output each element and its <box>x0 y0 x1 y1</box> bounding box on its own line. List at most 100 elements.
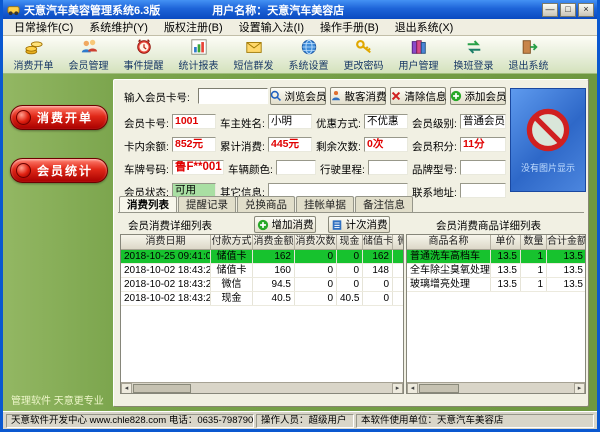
table-row[interactable]: 全车除尘臭氧处理 13.5 1 13.5 <box>407 264 585 278</box>
maximize-button[interactable]: □ <box>560 3 576 17</box>
horizontal-scrollbar[interactable]: ◂ ▸ <box>121 382 403 393</box>
tab-credit-bill[interactable]: 挂帐单据 <box>296 196 354 213</box>
no-photo-icon <box>525 107 571 153</box>
main-content: 消费开单 会员统计 管理软件 天意更专业 输入会员卡号: 浏览会员 散客消费 清… <box>3 74 597 411</box>
menu-daily-ops[interactable]: 日常操作(C) <box>6 19 81 35</box>
coins-icon <box>24 38 44 56</box>
menu-manual[interactable]: 操作手册(B) <box>312 19 387 35</box>
column-header: 消费日期 <box>121 235 211 249</box>
tab-divider <box>118 212 584 213</box>
cell-times: 0 <box>295 250 337 263</box>
magnifier-icon <box>270 90 282 102</box>
menu-exit[interactable]: 退出系统(X) <box>387 19 462 35</box>
clear-x-icon <box>390 90 402 102</box>
toolbar-member-management[interactable]: 会员管理 <box>61 38 116 72</box>
count-consume-button[interactable]: 计次消费 <box>328 216 390 233</box>
car-color-value <box>276 160 316 175</box>
reminder-icon <box>134 38 154 56</box>
toolbar-exit-system[interactable]: 退出系统 <box>501 38 556 72</box>
cell-total: 13.5 <box>547 264 586 277</box>
toolbar-sms-broadcast[interactable]: 短信群发 <box>226 38 281 72</box>
add-consume-button[interactable]: 增加消费 <box>254 216 316 233</box>
scroll-right-arrow[interactable]: ▸ <box>392 383 403 394</box>
horizontal-scrollbar[interactable]: ◂ ▸ <box>407 382 585 393</box>
toolbar-system-settings[interactable]: 系统设置 <box>281 38 336 72</box>
clear-info-label: 清除信息 <box>405 89 447 104</box>
owner-name-label: 车主姓名: <box>220 116 265 131</box>
right-table-title: 会员消费商品详细列表 <box>436 218 541 233</box>
cell-date: 2018-10-25 09:41:07 <box>121 250 211 263</box>
scroll-left-arrow[interactable]: ◂ <box>121 383 132 394</box>
exit-icon <box>519 38 539 56</box>
add-member-button[interactable]: 添加会员 <box>450 87 506 105</box>
members-icon <box>79 38 99 56</box>
menu-bar: 日常操作(C) 系统维护(Y) 版权注册(B) 设置输入法(I) 操作手册(B)… <box>3 19 597 36</box>
cell-amount: 40.5 <box>253 292 295 305</box>
window-title: 天意汽车美容管理系统6.3版 <box>24 2 160 18</box>
toolbar-consume-billing[interactable]: 消费开单 <box>6 38 61 72</box>
key-icon <box>354 38 374 56</box>
cell-pay-method: 储值卡 <box>211 264 253 277</box>
scroll-right-arrow[interactable]: ▸ <box>574 383 585 394</box>
column-header: 微信 <box>393 235 404 249</box>
member-level-label: 会员级别: <box>412 116 457 131</box>
scrollbar-thumb[interactable] <box>419 384 459 393</box>
toolbar-event-reminder[interactable]: 事件提醒 <box>116 38 171 72</box>
red-orb-icon <box>16 163 31 178</box>
tab-reminder-record[interactable]: 提醒记录 <box>178 196 236 213</box>
sidebar-member-statistics-button[interactable]: 会员统计 <box>10 158 108 183</box>
column-header: 合计金额 <box>547 235 586 249</box>
menu-ime-setting[interactable]: 设置输入法(I) <box>231 19 312 35</box>
calculator-icon <box>331 219 343 231</box>
table-row[interactable]: 普通洗车高档车 13.5 1 13.5 <box>407 250 585 264</box>
total-consume-value: 445元 <box>268 137 312 152</box>
tab-remark-info[interactable]: 备注信息 <box>355 196 413 213</box>
toolbar-shift-login[interactable]: 换班登录 <box>446 38 501 72</box>
cell-wechat <box>393 292 404 305</box>
settings-icon <box>299 38 319 56</box>
detail-tabs: 消费列表 提醒记录 兑换商品 挂帐单据 备注信息 <box>119 196 414 213</box>
window-controls: — □ × <box>542 3 594 17</box>
column-header: 数量 <box>521 235 547 249</box>
menu-register[interactable]: 版权注册(B) <box>156 19 231 35</box>
statusbar-operator: 操作人员：超级用户 <box>256 414 354 428</box>
tab-exchange-goods[interactable]: 兑换商品 <box>237 196 295 213</box>
walkin-consume-button[interactable]: 散客消费 <box>330 87 386 105</box>
cell-wechat <box>393 264 404 277</box>
cell-total: 13.5 <box>547 250 586 263</box>
contact-address-value <box>460 183 506 198</box>
table-row[interactable]: 2018-10-02 18:43:20 微信 94.5 0 0 0 <box>121 278 403 292</box>
menu-system-maintain[interactable]: 系统维护(Y) <box>81 19 156 35</box>
minimize-button[interactable]: — <box>542 3 558 17</box>
cell-date: 2018-10-02 18:43:20 <box>121 278 211 291</box>
scrollbar-thumb[interactable] <box>133 384 191 393</box>
table-row[interactable]: 2018-10-02 18:43:26 现金 40.5 0 40.5 0 <box>121 292 403 306</box>
member-points-label: 会员积分: <box>412 139 457 154</box>
close-button[interactable]: × <box>578 3 594 17</box>
cell-stored-card: 162 <box>363 250 393 263</box>
table-row[interactable]: 玻璃增亮处理 13.5 1 13.5 <box>407 278 585 292</box>
car-color-label: 车辆颜色: <box>228 162 273 177</box>
total-consume-label: 累计消费: <box>220 139 265 154</box>
sidebar-member-statistics-label: 会员统计 <box>37 162 93 179</box>
column-header: 现金 <box>337 235 363 249</box>
sidebar-consume-billing-button[interactable]: 消费开单 <box>10 105 108 130</box>
toolbar-statistics-report[interactable]: 统计报表 <box>171 38 226 72</box>
toolbar-user-management[interactable]: 用户管理 <box>391 38 446 72</box>
add-consume-label: 增加消费 <box>272 217 314 232</box>
browse-members-button[interactable]: 浏览会员 <box>270 87 326 105</box>
scroll-left-arrow[interactable]: ◂ <box>407 383 418 394</box>
table-row[interactable]: 2018-10-25 09:41:07 储值卡 162 0 0 162 <box>121 250 403 264</box>
member-card-input[interactable] <box>198 88 268 104</box>
toolbar-change-password[interactable]: 更改密码 <box>336 38 391 72</box>
table-row[interactable]: 2018-10-02 18:43:20 储值卡 160 0 0 148 <box>121 264 403 278</box>
mileage-label: 行驶里程: <box>320 162 365 177</box>
tab-consume-list[interactable]: 消费列表 <box>119 196 177 213</box>
remaining-times-label: 剩余次数: <box>316 139 361 154</box>
remaining-times-value: 0次 <box>364 137 408 152</box>
clear-info-button[interactable]: 清除信息 <box>390 87 446 105</box>
cell-qty: 1 <box>521 264 547 277</box>
cell-cash: 0 <box>337 278 363 291</box>
left-table-title: 会员消费详细列表 <box>128 218 212 233</box>
cell-amount: 160 <box>253 264 295 277</box>
